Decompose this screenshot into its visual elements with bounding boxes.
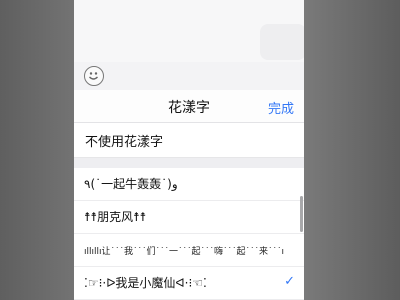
app-screen: 花漾字 完成 不使用花漾字 ٩(˙一起牛轰轰˙)و ☨☨朋克风☨☨ ıllıll… — [74, 0, 304, 300]
style-item-selected[interactable]: ⁚☞⁝·ᐅ我是小魔仙ᐊ·⁝☜⁚ ✓ — [74, 267, 304, 300]
section-divider — [74, 158, 304, 168]
smiley-icon[interactable] — [84, 66, 104, 86]
message-area — [74, 0, 304, 62]
style-item-label: ⁚☞⁝·ᐅ我是小魔仙ᐊ·⁝☜⁚ — [84, 276, 207, 290]
checkmark-icon: ✓ — [284, 274, 295, 289]
style-item[interactable]: ıllıllı让˙˙˙我˙˙˙们˙˙˙一˙˙˙起˙˙˙嗨˙˙˙起˙˙˙来˙˙˙ı… — [74, 234, 304, 267]
style-list: ٩(˙一起牛轰轰˙)و ☨☨朋克风☨☨ ıllıllı让˙˙˙我˙˙˙们˙˙˙一… — [74, 168, 304, 300]
scrollbar[interactable] — [300, 196, 303, 232]
picker-header: 花漾字 完成 — [74, 90, 304, 123]
background-right — [304, 0, 400, 300]
style-item-label: ıllıllı让˙˙˙我˙˙˙们˙˙˙一˙˙˙起˙˙˙嗨˙˙˙起˙˙˙来˙˙˙ı… — [84, 247, 284, 257]
no-style-label: 不使用花漾字 — [85, 135, 164, 150]
style-item-label: ☨☨朋克风☨☨ — [84, 210, 147, 224]
input-bubble — [260, 24, 304, 60]
done-button[interactable]: 完成 — [268, 98, 294, 117]
no-style-option[interactable]: 不使用花漾字 — [74, 123, 304, 158]
style-item-label: ٩(˙一起牛轰轰˙)و — [84, 177, 178, 191]
emoji-toolbar — [74, 62, 304, 91]
background-left — [0, 0, 74, 300]
style-item[interactable]: ٩(˙一起牛轰轰˙)و — [74, 168, 304, 201]
style-item[interactable]: ☨☨朋克风☨☨ — [74, 201, 304, 234]
